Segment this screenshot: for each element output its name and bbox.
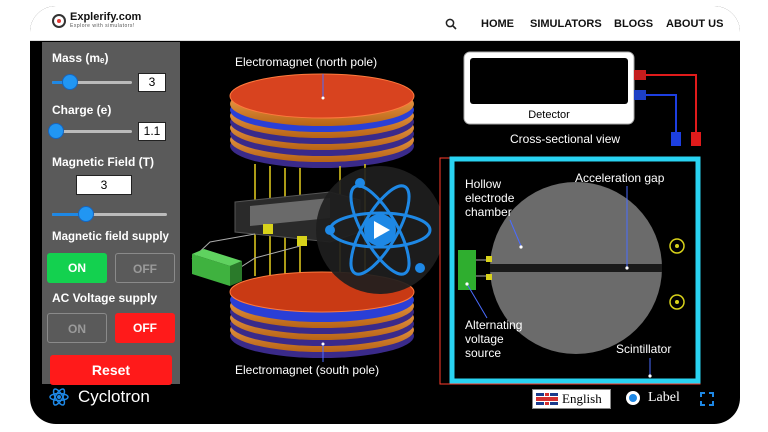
mass-label: Mass (mₑ) xyxy=(52,51,109,65)
gap-label: Acceleration gap xyxy=(575,171,665,185)
fullscreen-icon[interactable] xyxy=(700,392,714,406)
ac-supply-label: AC Voltage supply xyxy=(52,291,158,305)
mass-slider[interactable] xyxy=(52,74,132,90)
simulation-title: Cyclotron xyxy=(48,386,150,408)
magnetic-field-slider[interactable] xyxy=(52,206,167,222)
magnetic-supply-on-button[interactable]: ON xyxy=(47,253,107,283)
magnetic-field-input[interactable]: 3 xyxy=(76,175,132,195)
language-selector[interactable]: English xyxy=(532,389,611,409)
ac-supply-off-button[interactable]: OFF xyxy=(115,313,175,343)
label-radio-icon[interactable] xyxy=(626,391,640,405)
detector-label: Detector xyxy=(528,109,570,121)
mass-input[interactable]: 3 xyxy=(138,73,166,92)
reset-button[interactable]: Reset xyxy=(50,355,172,385)
language-label: English xyxy=(562,391,602,406)
source-label-line2: voltage xyxy=(465,332,504,346)
charge-slider-knob[interactable] xyxy=(48,123,64,139)
charge-input[interactable]: 1.1 xyxy=(138,122,166,141)
charge-label: Charge (e) xyxy=(52,103,112,117)
source-label-line3: source xyxy=(465,346,501,360)
uk-flag-icon xyxy=(536,393,558,405)
hollow-label-line3: chamber xyxy=(465,205,512,219)
app-frame: Explerify.com Explore with simulators! H… xyxy=(30,6,740,424)
cross-section-title: Cross-sectional view xyxy=(510,132,620,146)
source-label-line1: Alternating xyxy=(465,318,522,332)
ac-supply-on-button[interactable]: ON xyxy=(47,313,107,343)
north-pole-label: Electromagnet (north pole) xyxy=(235,55,377,69)
hollow-label-line1: Hollow xyxy=(465,177,501,191)
mass-slider-knob[interactable] xyxy=(62,74,78,90)
simulation-title-text: Cyclotron xyxy=(78,387,150,406)
magnetic-supply-off-button[interactable]: OFF xyxy=(115,253,175,283)
play-overlay[interactable] xyxy=(316,166,444,294)
magnetic-field-label: Magnetic Field (T) xyxy=(52,155,154,169)
magnetic-supply-label: Magnetic field supply xyxy=(52,231,169,243)
hollow-label-line2: electrode xyxy=(465,191,515,205)
south-pole-label: Electromagnet (south pole) xyxy=(235,363,379,377)
label-toggle[interactable]: Label xyxy=(626,390,680,406)
label-toggle-text: Label xyxy=(648,390,680,405)
control-panel: Mass (mₑ) 3 Charge (e) 1.1 Magnetic Fiel… xyxy=(42,42,180,385)
magnetic-field-slider-knob[interactable] xyxy=(78,206,94,222)
north-electromagnet xyxy=(229,73,415,168)
charge-slider[interactable] xyxy=(48,123,132,139)
atom-icon xyxy=(49,388,69,406)
cross-section-view: Hollow electrode chamber Acceleration ga… xyxy=(439,156,701,385)
scintillator-label: Scintillator xyxy=(616,342,671,356)
